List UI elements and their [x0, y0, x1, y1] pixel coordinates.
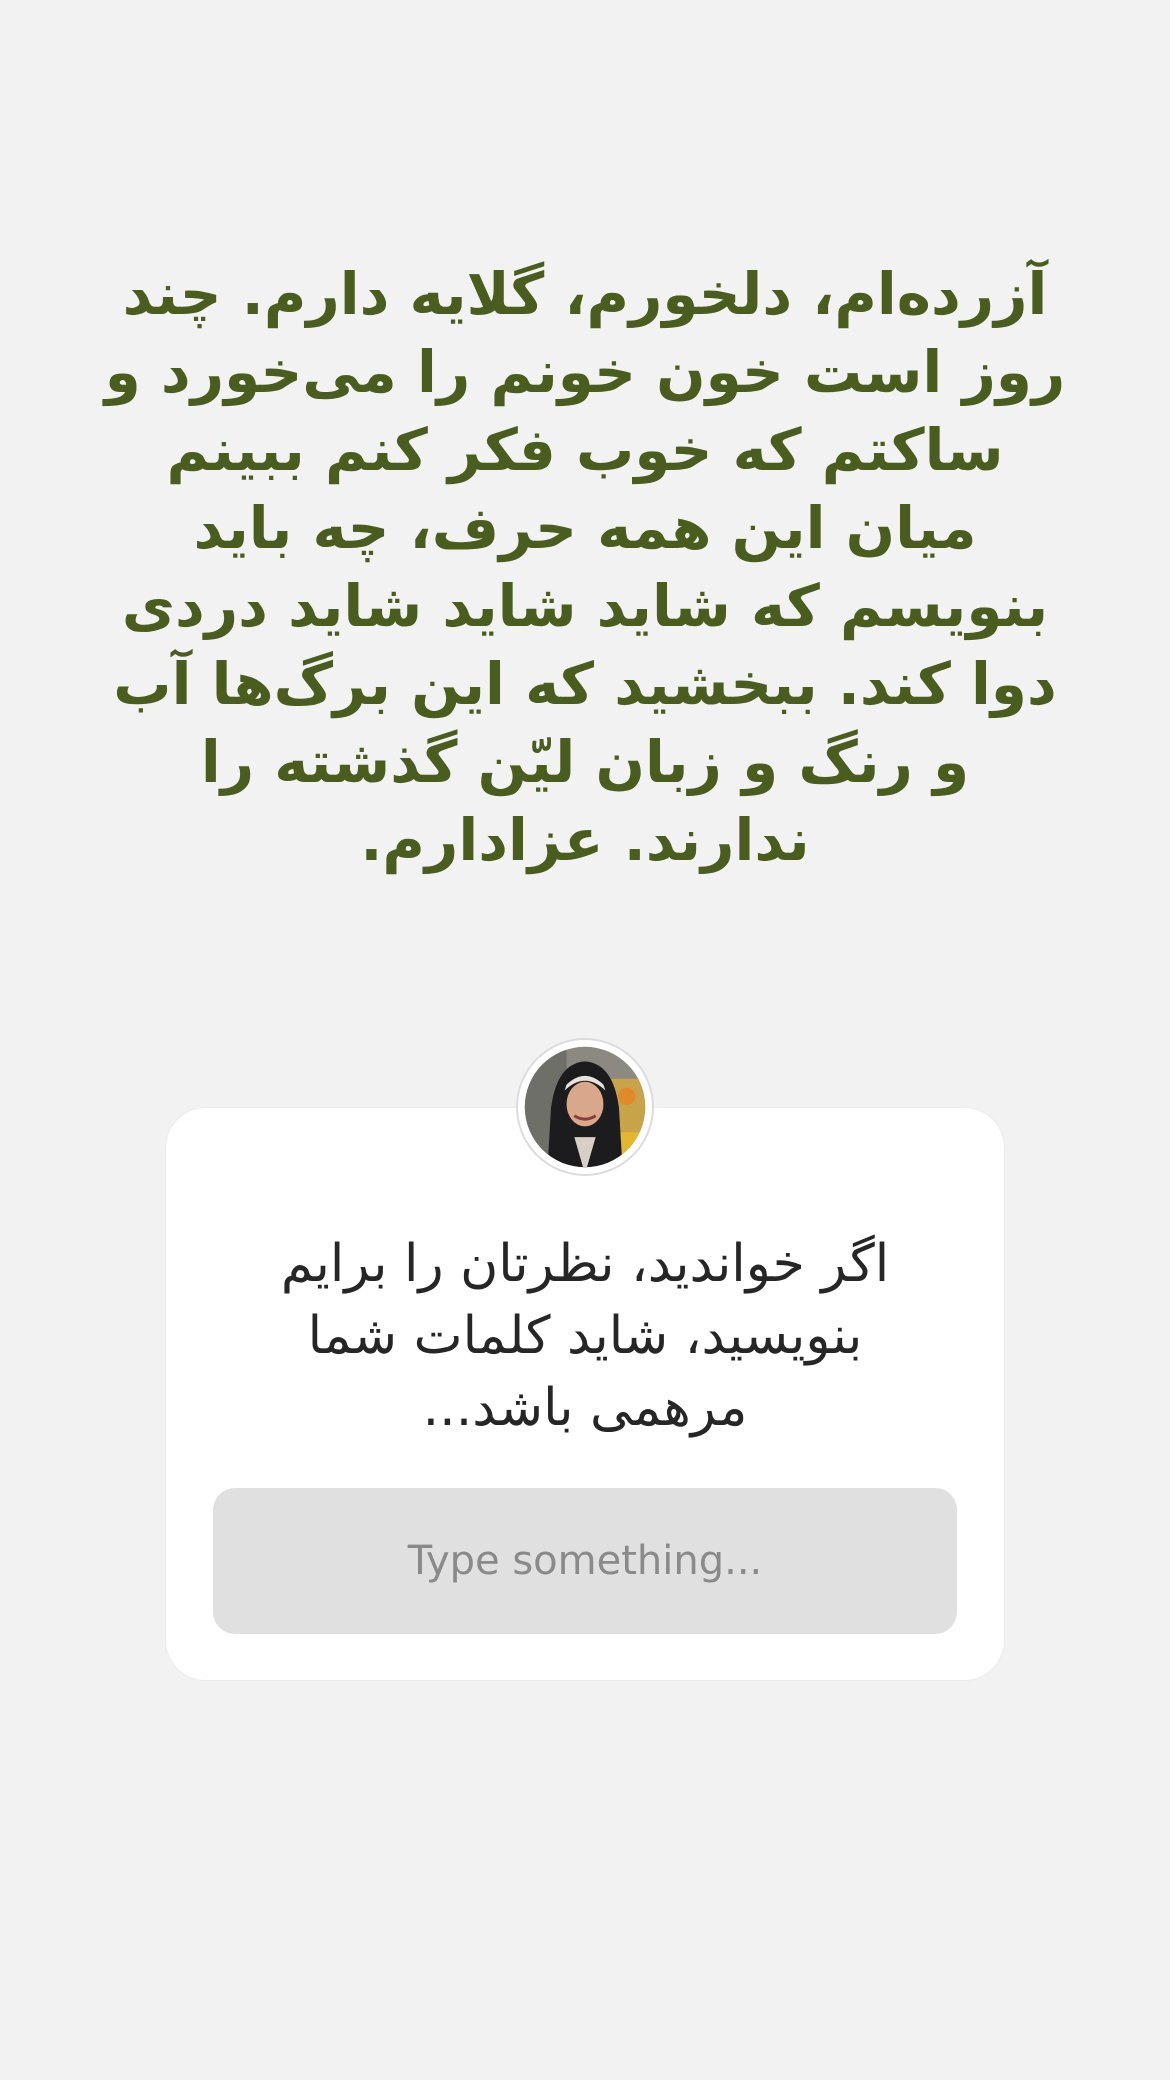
answer-field[interactable]: [213, 1487, 957, 1635]
question-sticker: اگر خواندید، نظرتان را برایم بنویسید، شا…: [166, 1108, 1004, 1680]
avatar[interactable]: [516, 1038, 654, 1176]
answer-input[interactable]: [213, 1487, 957, 1635]
question-prompt: اگر خواندید، نظرتان را برایم بنویسید، شا…: [280, 1234, 890, 1438]
story-text: آزرده‌ام، دلخورم، گلایه دارم. چند روز اس…: [104, 260, 1066, 874]
profile-photo-icon: [522, 1044, 648, 1170]
